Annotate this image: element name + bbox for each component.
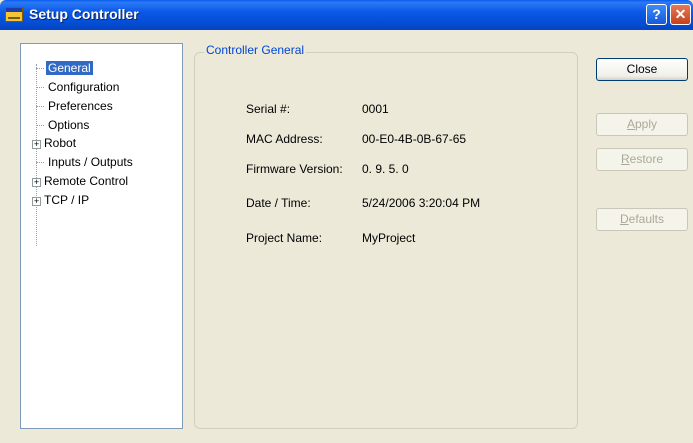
expand-remote-control-icon[interactable]: + bbox=[32, 178, 41, 187]
title-close-button[interactable]: ✕ bbox=[670, 4, 691, 25]
date-time-label: Date / Time: bbox=[246, 196, 311, 210]
help-icon: ? bbox=[652, 6, 661, 22]
controller-icon bbox=[5, 7, 23, 22]
tree-item-tcp-ip[interactable]: TCP / IP bbox=[44, 192, 89, 208]
mac-address-value: 00-E0-4B-0B-67-65 bbox=[362, 132, 467, 146]
tree-line bbox=[36, 87, 44, 88]
apply-button[interactable]: Apply bbox=[596, 113, 688, 136]
tree-item-options[interactable]: Options bbox=[48, 117, 89, 133]
close-button[interactable]: Close bbox=[596, 58, 688, 81]
expand-tcp-ip-icon[interactable]: + bbox=[32, 197, 41, 206]
help-button[interactable]: ? bbox=[646, 4, 667, 25]
setup-controller-window: Setup Controller ? ✕ General Configurati… bbox=[0, 0, 693, 443]
defaults-button[interactable]: Defaults bbox=[596, 208, 688, 231]
serial-value: 0001 bbox=[362, 102, 389, 116]
tree-line bbox=[36, 162, 44, 163]
tree-item-remote-control[interactable]: Remote Control bbox=[44, 173, 128, 189]
settings-tree[interactable]: General Configuration Preferences Option… bbox=[20, 43, 183, 429]
project-name-label: Project Name: bbox=[246, 231, 323, 245]
tree-line bbox=[36, 106, 44, 107]
firmware-version-value: 0. 9. 5. 0 bbox=[362, 162, 409, 176]
window-title: Setup Controller bbox=[29, 6, 139, 22]
title-bar[interactable]: Setup Controller ? ✕ bbox=[0, 0, 693, 30]
tree-item-general[interactable]: General bbox=[46, 60, 93, 76]
expand-robot-icon[interactable]: + bbox=[32, 140, 41, 149]
firmware-version-label: Firmware Version: bbox=[246, 162, 343, 176]
date-time-value: 5/24/2006 3:20:04 PM bbox=[362, 196, 481, 210]
restore-button[interactable]: Restore bbox=[596, 148, 688, 171]
tree-line bbox=[36, 125, 44, 126]
serial-label: Serial #: bbox=[246, 102, 291, 116]
project-name-value: MyProject bbox=[362, 231, 416, 245]
tree-item-robot[interactable]: Robot bbox=[44, 135, 76, 151]
close-icon: ✕ bbox=[674, 6, 687, 22]
group-title: Controller General bbox=[204, 43, 307, 57]
tree-item-preferences[interactable]: Preferences bbox=[48, 98, 113, 114]
tree-line bbox=[36, 68, 44, 69]
tree-line bbox=[36, 64, 37, 246]
mac-address-label: MAC Address: bbox=[246, 132, 323, 146]
tree-item-configuration[interactable]: Configuration bbox=[48, 79, 119, 95]
tree-item-inputs-outputs[interactable]: Inputs / Outputs bbox=[48, 154, 133, 170]
